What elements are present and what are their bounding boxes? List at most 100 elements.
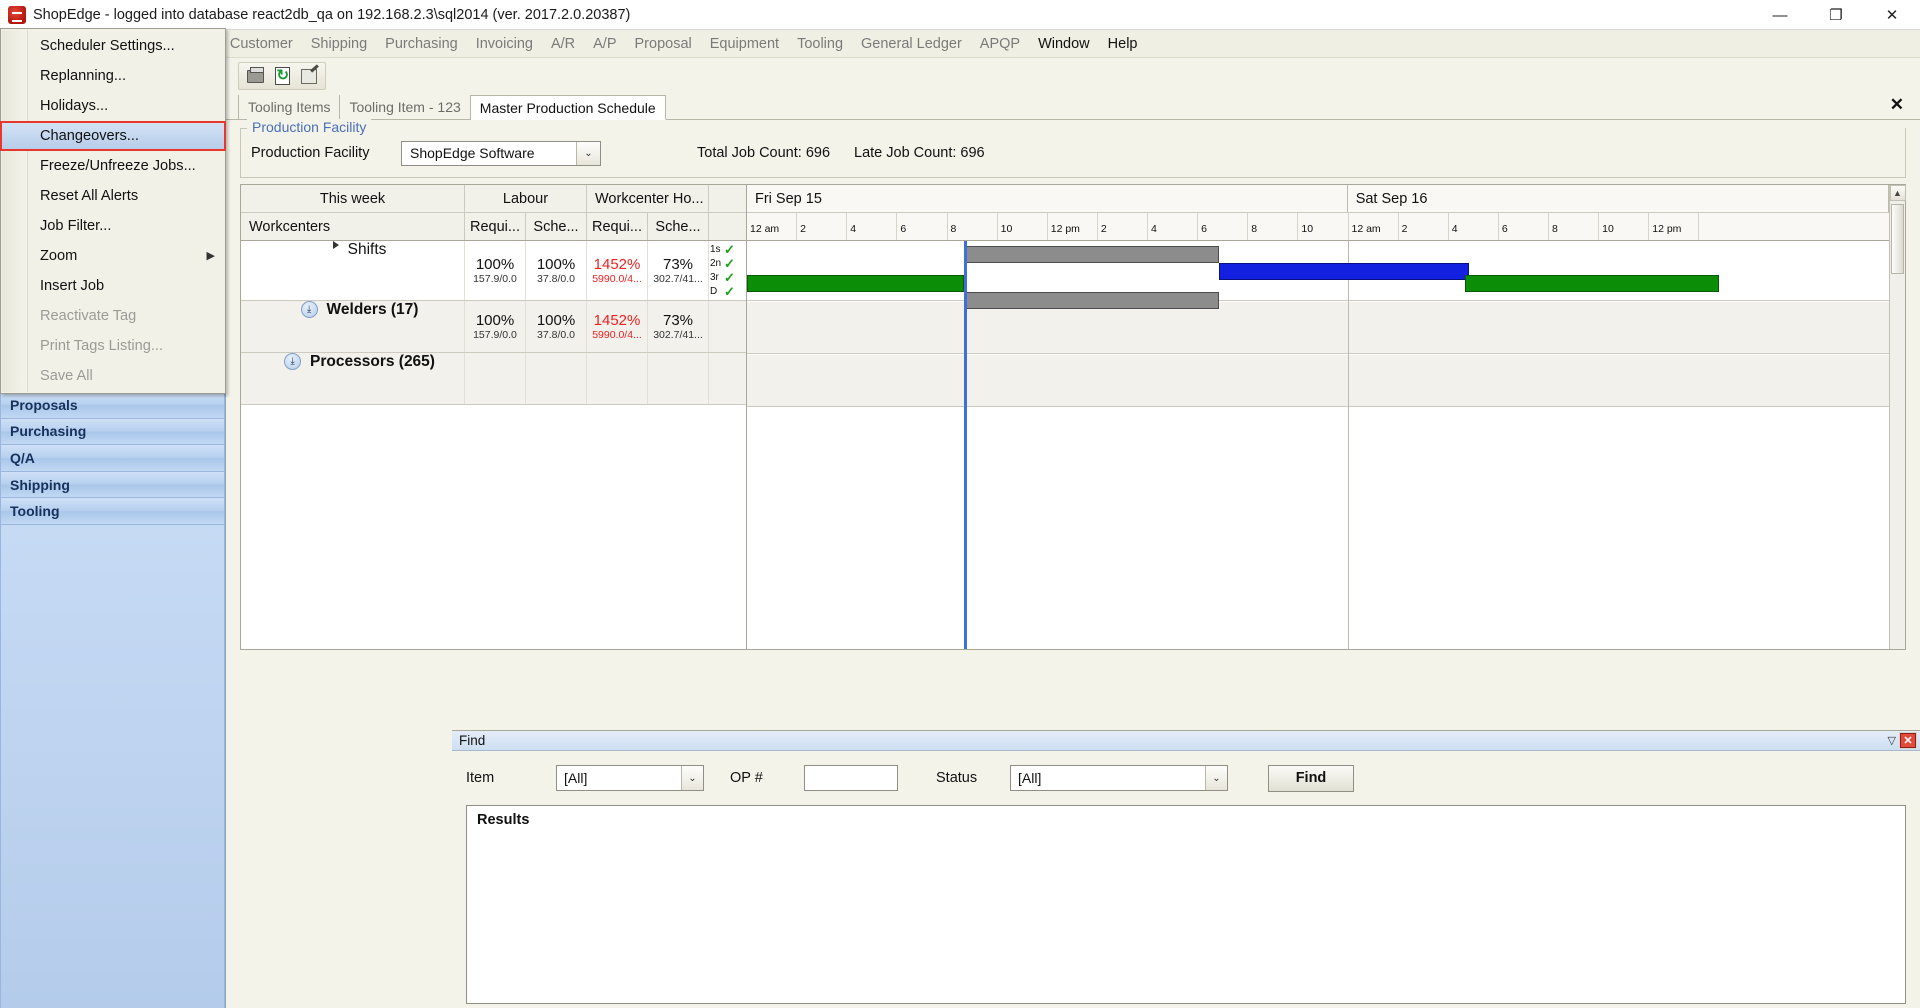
sidebar-item-tooling[interactable]: Tooling bbox=[0, 498, 225, 525]
menu-apqp[interactable]: APQP bbox=[971, 33, 1029, 55]
header-workcenters[interactable]: Workcenters bbox=[241, 213, 465, 240]
minimize-button[interactable]: — bbox=[1752, 0, 1808, 30]
item-select[interactable]: [All] ⌄ bbox=[556, 765, 704, 791]
hour-tick: 2 bbox=[797, 213, 848, 240]
table-row[interactable]: Shifts 100% 157.9/0.0 100% 37.8/0.0 1452… bbox=[241, 241, 746, 301]
gantt-bar-grey-1[interactable] bbox=[963, 246, 1219, 263]
refresh-button[interactable] bbox=[270, 65, 294, 87]
menu-item-reactivate-tag: Reactivate Tag bbox=[40, 308, 137, 324]
menu-item-holidays[interactable]: Holidays... bbox=[1, 91, 225, 121]
header-workcenter-hours[interactable]: Workcenter Ho... bbox=[587, 185, 709, 212]
header-this-week[interactable]: This week bbox=[241, 185, 465, 212]
check-icon[interactable]: ✓ bbox=[724, 271, 735, 284]
pin-icon[interactable]: ▽ bbox=[1888, 734, 1896, 747]
tab-tooling-item-123[interactable]: Tooling Item - 123 bbox=[340, 95, 471, 119]
cell-wc-required: 1452% 5990.0/4... bbox=[587, 241, 648, 300]
cell-wc-required: 1452% 5990.0/4... bbox=[587, 301, 648, 352]
table-header-row-1: This week Labour Workcenter Ho... bbox=[241, 185, 746, 213]
menu-shipping[interactable]: Shipping bbox=[302, 33, 376, 55]
production-facility-label: Production Facility bbox=[251, 145, 370, 161]
production-facility-legend: Production Facility bbox=[247, 119, 372, 135]
sidebar-item-qa[interactable]: Q/A bbox=[0, 445, 225, 472]
table-row[interactable]: ⤓ Processors (265) bbox=[241, 353, 746, 405]
print-button[interactable] bbox=[243, 65, 267, 87]
scrollbar-thumb[interactable] bbox=[1891, 204, 1904, 274]
gantt-body[interactable] bbox=[747, 241, 1889, 649]
menu-item-zoom[interactable]: Zoom ▶ bbox=[1, 241, 225, 271]
tab-master-production-schedule[interactable]: Master Production Schedule bbox=[470, 95, 666, 120]
shift-checkbox-group: 1s ✓ 2n ✓ 3r ✓ D ✓ bbox=[709, 241, 743, 300]
close-find-panel-button[interactable]: ✕ bbox=[1899, 732, 1917, 749]
header-labour[interactable]: Labour bbox=[465, 185, 587, 212]
check-icon[interactable]: ✓ bbox=[724, 243, 735, 256]
header-labour-required[interactable]: Requi... bbox=[465, 213, 526, 240]
close-tab-button[interactable]: ✕ bbox=[1890, 95, 1904, 115]
chevron-down-icon[interactable]: ⌄ bbox=[1205, 766, 1227, 790]
op-input[interactable] bbox=[804, 765, 898, 791]
expand-group-icon[interactable]: ⤓ bbox=[284, 353, 302, 370]
value-pct: 1452% bbox=[593, 311, 641, 329]
expand-arrow-icon[interactable] bbox=[332, 241, 339, 249]
production-facility-select[interactable]: ShopEdge Software ⌄ bbox=[401, 140, 601, 166]
status-select[interactable]: [All] ⌄ bbox=[1010, 765, 1228, 791]
window-controls: — ❐ ✕ bbox=[1752, 0, 1920, 30]
menu-ar[interactable]: A/R bbox=[542, 33, 584, 55]
menu-customer[interactable]: Customer bbox=[221, 33, 302, 55]
sidebar-item-proposals[interactable]: Proposals bbox=[0, 391, 225, 419]
gantt-bar-grey-2[interactable] bbox=[963, 292, 1219, 309]
menu-invoicing[interactable]: Invoicing bbox=[467, 33, 542, 55]
row-label: Shifts bbox=[347, 241, 387, 258]
gantt-hour-header: 12 am 2 4 6 8 10 12 pm 2 4 6 8 10 12 am … bbox=[747, 213, 1889, 241]
tab-tooling-items[interactable]: Tooling Items bbox=[238, 95, 341, 119]
edit-button[interactable] bbox=[297, 65, 321, 87]
scroll-up-button[interactable]: ▲ bbox=[1889, 185, 1906, 201]
menu-item-reset-all-alerts[interactable]: Reset All Alerts bbox=[1, 181, 225, 211]
chevron-down-icon[interactable]: ⌄ bbox=[681, 766, 703, 790]
menu-bar: File Edit View Production Customer Shipp… bbox=[0, 30, 1920, 58]
table-row[interactable]: ⤓ Welders (17) 100% 157.9/0.0 100% 37.8/… bbox=[241, 301, 746, 353]
menu-item-changeovers[interactable]: Changeovers... bbox=[0, 121, 226, 151]
find-button[interactable]: Find bbox=[1268, 764, 1354, 792]
sidebar-item-purchasing[interactable]: Purchasing bbox=[0, 418, 225, 446]
gantt-bar-green-2[interactable] bbox=[1465, 275, 1719, 292]
close-button[interactable]: ✕ bbox=[1864, 0, 1920, 30]
menu-tooling[interactable]: Tooling bbox=[788, 33, 852, 55]
gantt-bar-green-1[interactable] bbox=[747, 275, 964, 292]
cell-wc-required bbox=[587, 353, 648, 404]
check-icon[interactable]: ✓ bbox=[724, 257, 735, 270]
menu-item-scheduler-settings[interactable]: Scheduler Settings... bbox=[1, 31, 225, 61]
header-wc-scheduled[interactable]: Sche... bbox=[648, 213, 709, 240]
hour-tick: 4 bbox=[1449, 213, 1499, 240]
value-pct: 1452% bbox=[593, 255, 641, 273]
window-title: ShopEdge - logged into database react2db… bbox=[33, 6, 631, 23]
maximize-button[interactable]: ❐ bbox=[1808, 0, 1864, 30]
expand-group-icon[interactable]: ⤓ bbox=[300, 301, 318, 318]
menu-general-ledger[interactable]: General Ledger bbox=[852, 33, 971, 55]
sidebar-item-shipping[interactable]: Shipping bbox=[0, 471, 225, 499]
gantt-vertical-scrollbar[interactable]: ▲ bbox=[1889, 185, 1906, 649]
menu-help[interactable]: Help bbox=[1099, 33, 1147, 55]
find-panel: Find ▽ ✕ Item [All] ⌄ OP # Status [All] … bbox=[452, 730, 1920, 1008]
header-labour-scheduled[interactable]: Sche... bbox=[526, 213, 587, 240]
menu-ap[interactable]: A/P bbox=[584, 33, 625, 55]
row-name-cell: Shifts bbox=[241, 241, 465, 300]
check-icon[interactable]: ✓ bbox=[724, 285, 735, 298]
menu-item-replanning[interactable]: Replanning... bbox=[1, 61, 225, 91]
menu-item-freeze-unfreeze-jobs[interactable]: Freeze/Unfreeze Jobs... bbox=[1, 151, 225, 181]
menu-equipment[interactable]: Equipment bbox=[701, 33, 788, 55]
gantt-chart[interactable]: Fri Sep 15 Sat Sep 16 12 am 2 4 6 8 10 1… bbox=[747, 185, 1889, 649]
hour-tick: 12 am bbox=[1349, 213, 1399, 240]
edit-icon bbox=[301, 68, 317, 84]
header-wc-required[interactable]: Requi... bbox=[587, 213, 648, 240]
chevron-down-icon[interactable]: ⌄ bbox=[576, 141, 600, 165]
menu-item-insert-job[interactable]: Insert Job bbox=[1, 271, 225, 301]
menu-item-job-filter[interactable]: Job Filter... bbox=[1, 211, 225, 241]
gantt-bar-blue[interactable] bbox=[1218, 263, 1469, 280]
production-facility-group: Production Facility Production Facility … bbox=[240, 119, 1906, 178]
title-bar: ShopEdge - logged into database react2db… bbox=[0, 0, 1920, 30]
menu-purchasing[interactable]: Purchasing bbox=[376, 33, 467, 55]
menu-proposal[interactable]: Proposal bbox=[626, 33, 701, 55]
cell-wc-scheduled bbox=[648, 353, 709, 404]
results-area[interactable]: Results bbox=[466, 805, 1906, 1004]
menu-window[interactable]: Window bbox=[1029, 33, 1099, 55]
